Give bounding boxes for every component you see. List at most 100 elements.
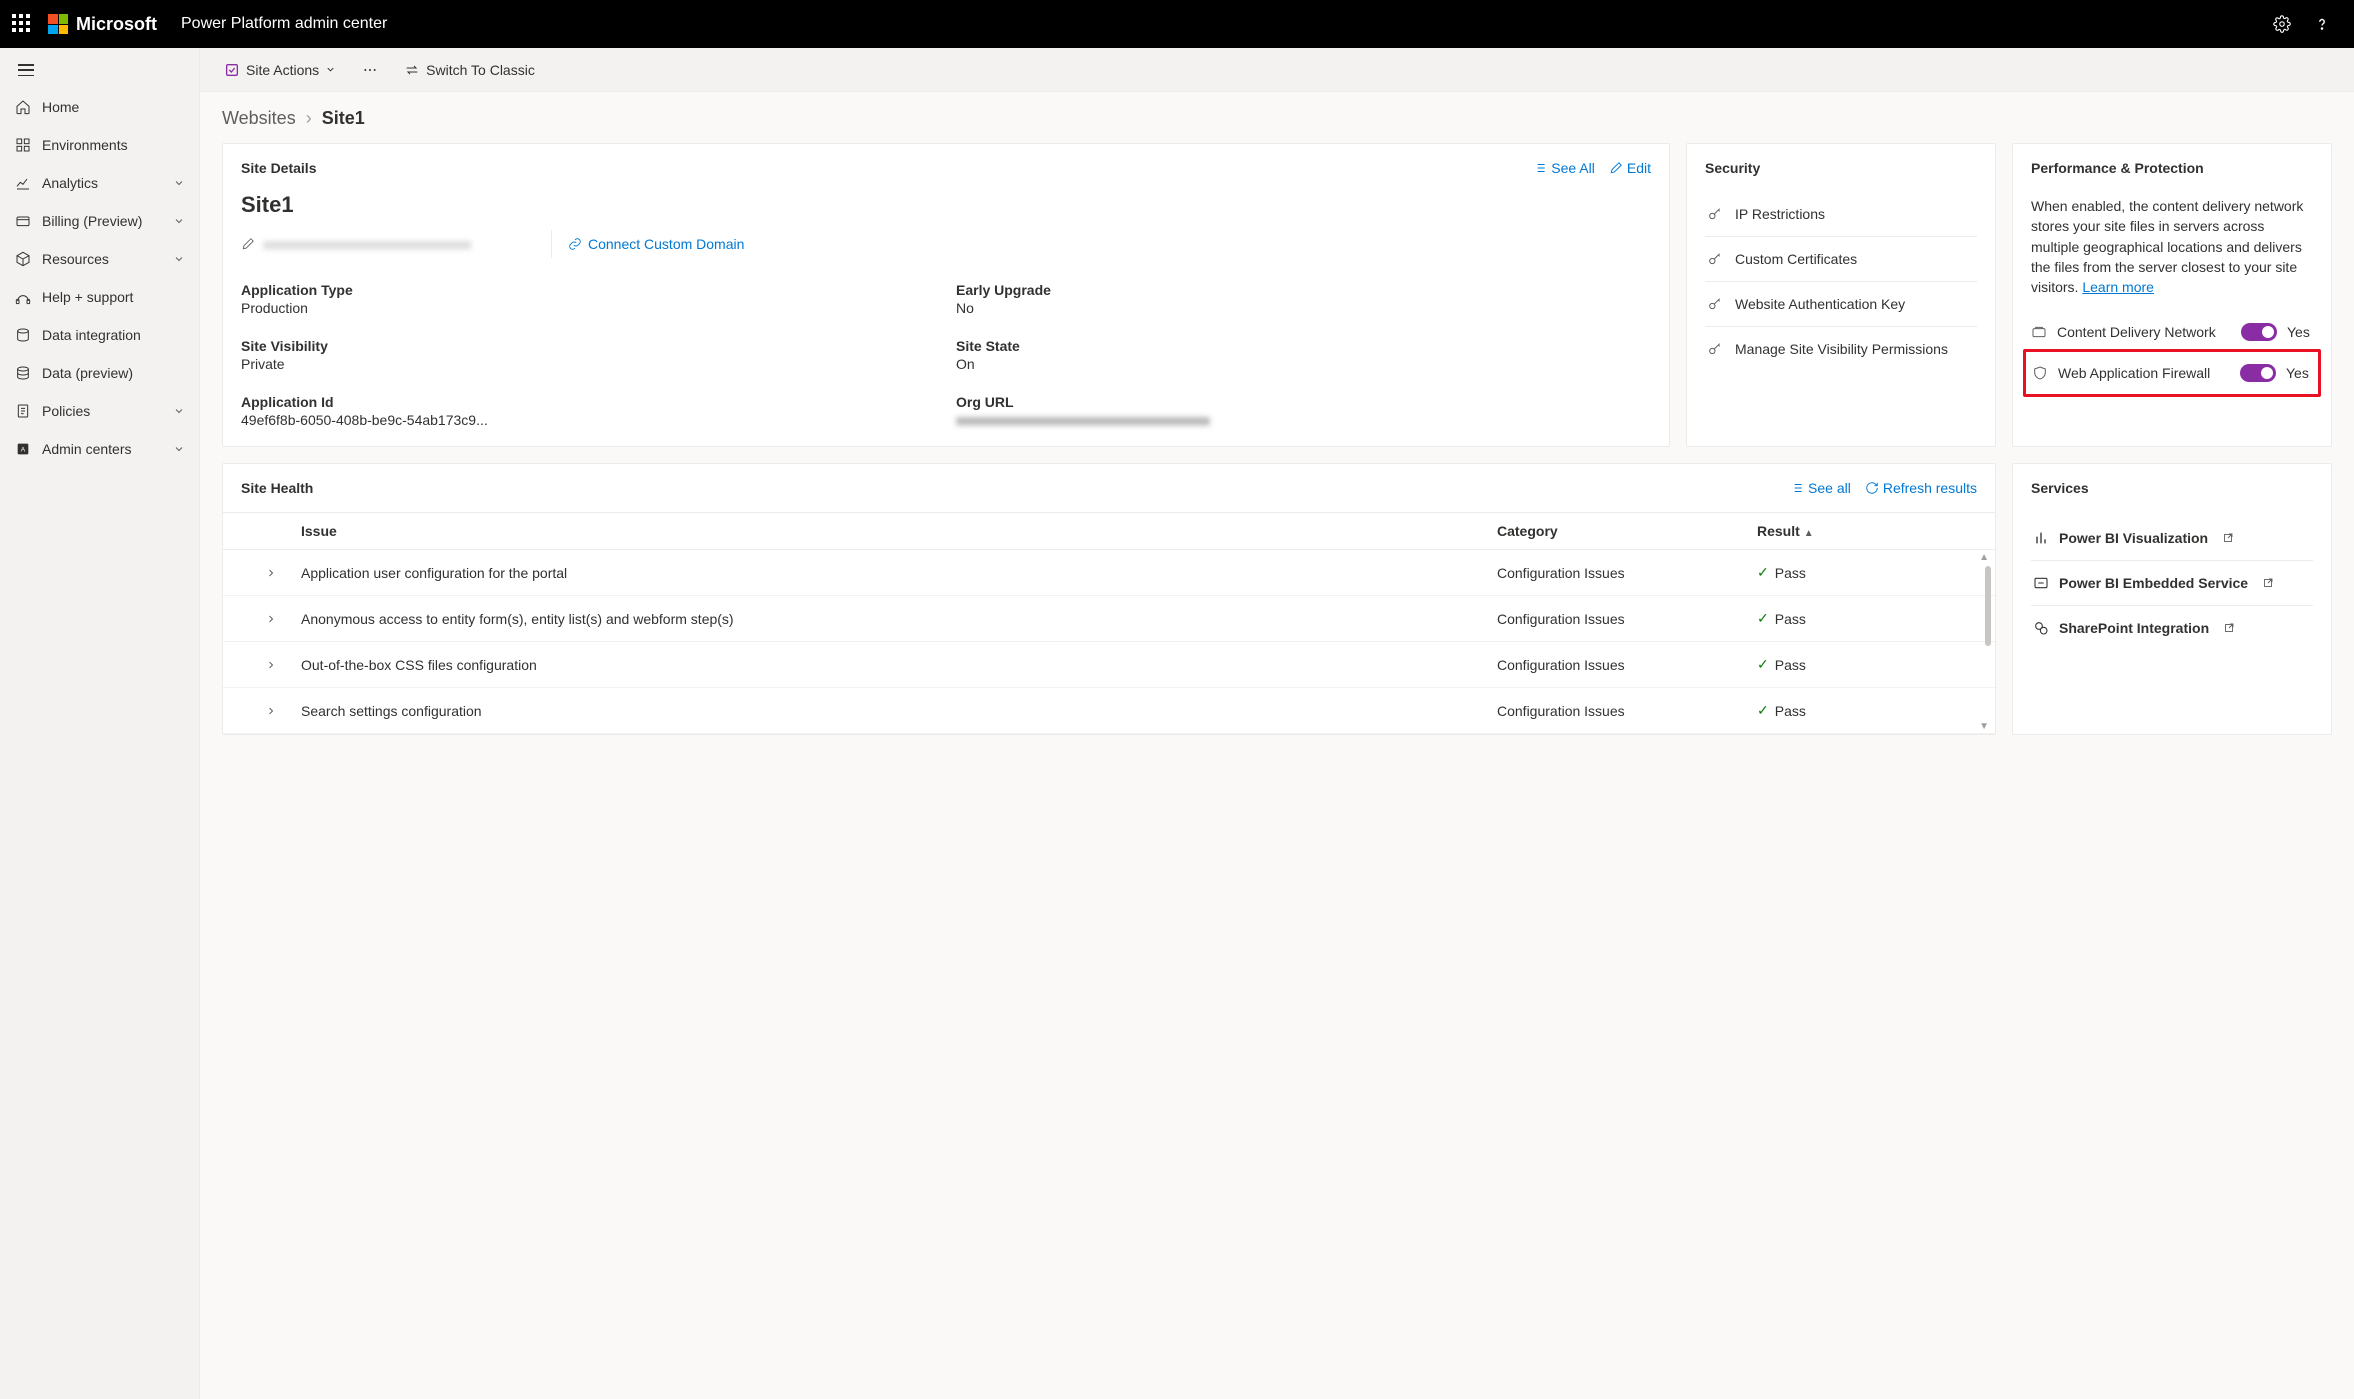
environments-icon bbox=[14, 136, 32, 154]
breadcrumb-current: Site1 bbox=[322, 108, 365, 129]
command-bar: Site Actions Switch To Classic bbox=[200, 48, 2354, 92]
cdn-label: Content Delivery Network bbox=[2057, 324, 2231, 340]
health-table-body[interactable]: ▲ Application user configuration for the… bbox=[223, 550, 1995, 734]
breadcrumb-parent[interactable]: Websites bbox=[222, 108, 296, 129]
result-cell: ✓Pass bbox=[1757, 702, 1977, 719]
check-icon: ✓ bbox=[1757, 656, 1769, 673]
waf-toggle[interactable] bbox=[2240, 364, 2276, 382]
security-item-custom-certificates[interactable]: Custom Certificates bbox=[1705, 237, 1977, 282]
scroll-down-icon[interactable]: ▼ bbox=[1979, 721, 1989, 732]
app-launcher-icon[interactable] bbox=[12, 14, 32, 34]
security-item-auth-key[interactable]: Website Authentication Key bbox=[1705, 282, 1977, 327]
nav-label: Environments bbox=[42, 137, 128, 153]
nav-label: Resources bbox=[42, 251, 109, 267]
key-icon bbox=[1707, 341, 1723, 357]
domain-value-masked: xxxxxxxxxxxxxxxxxxxxxxxxxxxxxxxx bbox=[263, 236, 471, 252]
scrollbar-thumb[interactable] bbox=[1985, 566, 1991, 646]
switch-classic-button[interactable]: Switch To Classic bbox=[400, 56, 539, 84]
nav-label: Data (preview) bbox=[42, 365, 133, 381]
edit-domain-icon[interactable] bbox=[241, 237, 255, 251]
table-row: Anonymous access to entity form(s), enti… bbox=[223, 596, 1995, 642]
data-integration-icon bbox=[14, 326, 32, 344]
issue-cell: Anonymous access to entity form(s), enti… bbox=[301, 611, 1497, 627]
waf-highlight: Web Application Firewall Yes bbox=[2023, 349, 2321, 397]
site-details-card: Site Details See All Edit bbox=[222, 143, 1670, 447]
breadcrumb: Websites › Site1 bbox=[222, 108, 2332, 129]
sidebar-item-help-support[interactable]: Help + support bbox=[0, 278, 199, 316]
waf-label: Web Application Firewall bbox=[2058, 365, 2230, 381]
edit-link[interactable]: Edit bbox=[1609, 160, 1651, 176]
key-icon bbox=[1707, 206, 1723, 222]
result-cell: ✓Pass bbox=[1757, 656, 1977, 673]
sidebar-item-admin-centers[interactable]: A Admin centers bbox=[0, 430, 199, 468]
refresh-results-link[interactable]: Refresh results bbox=[1865, 480, 1977, 496]
key-icon bbox=[1707, 251, 1723, 267]
learn-more-link[interactable]: Learn more bbox=[2082, 279, 2154, 295]
card-title: Services bbox=[2031, 480, 2089, 496]
category-cell: Configuration Issues bbox=[1497, 703, 1757, 719]
service-item-sharepoint[interactable]: SharePoint Integration bbox=[2031, 606, 2313, 650]
site-health-card: Site Health See all Refresh results bbox=[222, 463, 1996, 735]
billing-icon bbox=[14, 212, 32, 230]
table-row: Out-of-the-box CSS files configuration C… bbox=[223, 642, 1995, 688]
expand-row-icon[interactable] bbox=[241, 567, 301, 579]
sidebar-item-analytics[interactable]: Analytics bbox=[0, 164, 199, 202]
nav-label: Analytics bbox=[42, 175, 98, 191]
chevron-down-icon bbox=[325, 64, 336, 75]
policies-icon bbox=[14, 402, 32, 420]
brand-text: Microsoft bbox=[76, 14, 157, 35]
field-site-visibility: Site Visibility Private bbox=[241, 338, 936, 372]
issue-cell: Application user configuration for the p… bbox=[301, 565, 1497, 581]
link-icon bbox=[568, 237, 582, 251]
help-icon[interactable] bbox=[2302, 4, 2342, 44]
popout-icon bbox=[2222, 532, 2234, 544]
sidebar-item-policies[interactable]: Policies bbox=[0, 392, 199, 430]
edit-icon bbox=[1609, 161, 1623, 175]
shield-icon bbox=[2032, 365, 2048, 381]
service-item-powerbi-embedded[interactable]: Power BI Embedded Service bbox=[2031, 561, 2313, 606]
sidebar-item-environments[interactable]: Environments bbox=[0, 126, 199, 164]
health-see-all-link[interactable]: See all bbox=[1790, 480, 1851, 496]
switch-icon bbox=[404, 62, 420, 78]
field-application-id: Application Id 49ef6f8b-6050-408b-be9c-5… bbox=[241, 394, 936, 428]
sharepoint-icon bbox=[2033, 620, 2049, 636]
embedded-icon bbox=[2033, 575, 2049, 591]
sidebar-item-home[interactable]: Home bbox=[0, 88, 199, 126]
chevron-down-icon bbox=[173, 253, 185, 265]
nav-label: Policies bbox=[42, 403, 90, 419]
chevron-down-icon bbox=[173, 215, 185, 227]
sidebar-item-resources[interactable]: Resources bbox=[0, 240, 199, 278]
settings-icon[interactable] bbox=[2262, 4, 2302, 44]
expand-row-icon[interactable] bbox=[241, 659, 301, 671]
issue-cell: Out-of-the-box CSS files configuration bbox=[301, 657, 1497, 673]
help-support-icon bbox=[14, 288, 32, 306]
col-category[interactable]: Category bbox=[1497, 523, 1757, 539]
col-issue[interactable]: Issue bbox=[301, 523, 1497, 539]
expand-row-icon[interactable] bbox=[241, 705, 301, 717]
admin-centers-icon: A bbox=[14, 440, 32, 458]
issue-cell: Search settings configuration bbox=[301, 703, 1497, 719]
connect-custom-domain-link[interactable]: Connect Custom Domain bbox=[568, 236, 744, 252]
more-actions-button[interactable] bbox=[358, 56, 382, 84]
service-item-powerbi-viz[interactable]: Power BI Visualization bbox=[2031, 516, 2313, 561]
sort-up-icon: ▲ bbox=[1804, 528, 1814, 539]
sidebar-item-data-preview[interactable]: Data (preview) bbox=[0, 354, 199, 392]
chevron-down-icon bbox=[173, 443, 185, 455]
sidebar-toggle[interactable] bbox=[0, 52, 199, 88]
cdn-toggle[interactable] bbox=[2241, 323, 2277, 341]
col-result[interactable]: Result▲ bbox=[1757, 523, 1977, 539]
sidebar-item-data-integration[interactable]: Data integration bbox=[0, 316, 199, 354]
expand-row-icon[interactable] bbox=[241, 613, 301, 625]
sidebar-item-billing[interactable]: Billing (Preview) bbox=[0, 202, 199, 240]
see-all-link[interactable]: See All bbox=[1533, 160, 1595, 176]
chevron-down-icon bbox=[173, 177, 185, 189]
top-bar: Microsoft Power Platform admin center bbox=[0, 0, 2354, 48]
cdn-state: Yes bbox=[2287, 324, 2313, 340]
security-item-ip-restrictions[interactable]: IP Restrictions bbox=[1705, 192, 1977, 237]
result-cell: ✓Pass bbox=[1757, 610, 1977, 627]
scroll-up-icon[interactable]: ▲ bbox=[1979, 552, 1989, 563]
site-actions-button[interactable]: Site Actions bbox=[220, 56, 340, 84]
perf-description: When enabled, the content delivery netwo… bbox=[2031, 196, 2313, 297]
chart-icon bbox=[2033, 530, 2049, 546]
security-item-visibility-perms[interactable]: Manage Site Visibility Permissions bbox=[1705, 327, 1977, 371]
